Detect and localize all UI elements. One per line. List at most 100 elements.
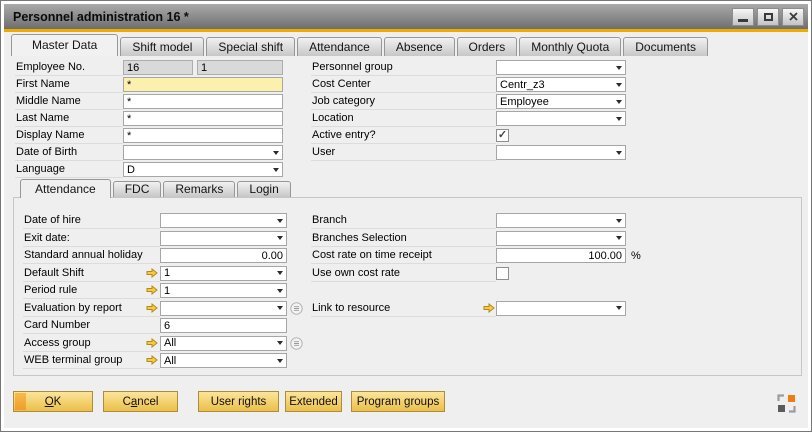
dropdown-arrow-icon[interactable]	[616, 306, 622, 310]
arrow-slot	[146, 247, 160, 264]
branches-selection-combo[interactable]	[496, 231, 626, 246]
minimize-button[interactable]	[732, 8, 754, 26]
resize-grip-button[interactable]	[777, 394, 796, 413]
standard-annual-holiday-label: Standard annual holiday	[23, 247, 146, 264]
location-combo[interactable]	[496, 111, 626, 126]
web-terminal-group-label: WEB terminal group	[23, 352, 146, 369]
subtab-attendance[interactable]: Attendance	[20, 179, 111, 198]
branches-selection-label: Branches Selection	[311, 230, 483, 247]
tab-documents[interactable]: Documents	[623, 37, 708, 56]
cost-rate-field[interactable]: 100.00	[496, 248, 626, 263]
dropdown-arrow-icon[interactable]	[277, 359, 283, 363]
cancel-button[interactable]: Cancel	[103, 391, 178, 412]
ok-button[interactable]: OK	[13, 391, 93, 412]
cost-center-label: Cost Center	[311, 76, 496, 93]
maximize-icon	[764, 13, 773, 21]
web-terminal-group-row: WEB terminal group All	[23, 352, 289, 369]
access-group-link[interactable]	[146, 335, 160, 352]
active-entry-row: Active entry? ✓	[311, 127, 629, 144]
active-entry-checkbox[interactable]: ✓	[496, 129, 509, 142]
tab-shift-model[interactable]: Shift model	[120, 37, 204, 56]
branch-row: Branch	[311, 212, 629, 229]
display-name-field[interactable]: *	[123, 128, 283, 143]
display-name-label: Display Name	[15, 127, 123, 144]
dropdown-arrow-icon[interactable]	[616, 219, 622, 223]
date-of-hire-combo[interactable]	[160, 213, 287, 228]
date-of-birth-combo[interactable]	[123, 145, 283, 160]
card-number-row: Card Number 6	[23, 317, 289, 334]
access-group-combo[interactable]: All	[160, 336, 287, 351]
cost-center-combo[interactable]: Centr_z3	[496, 77, 626, 92]
last-name-field[interactable]: *	[123, 111, 283, 126]
use-own-cost-rate-label: Use own cost rate	[311, 265, 483, 282]
card-number-field[interactable]: 6	[160, 318, 287, 333]
branch-combo[interactable]	[496, 213, 626, 228]
personnel-group-combo[interactable]	[496, 60, 626, 75]
dropdown-arrow-icon[interactable]	[273, 168, 279, 172]
dropdown-arrow-icon[interactable]	[277, 306, 283, 310]
user-label: User	[311, 144, 496, 161]
close-icon	[789, 12, 798, 21]
dropdown-arrow-icon[interactable]	[277, 289, 283, 293]
tab-special-shift[interactable]: Special shift	[206, 37, 295, 56]
title-bar: Personnel administration 16 *	[4, 4, 808, 29]
maximize-button[interactable]	[757, 8, 779, 26]
program-groups-button[interactable]: Program groups	[351, 391, 445, 412]
language-combo[interactable]: D	[123, 162, 283, 177]
user-combo[interactable]	[496, 145, 626, 160]
employee-no-field-1[interactable]: 16	[123, 60, 193, 75]
subtab-fdc[interactable]: FDC	[113, 181, 162, 197]
job-category-label: Job category	[311, 93, 496, 110]
tab-attendance[interactable]: Attendance	[297, 37, 382, 56]
evaluation-by-report-link[interactable]	[146, 300, 160, 317]
dropdown-arrow-icon[interactable]	[616, 66, 622, 70]
extended-button[interactable]: Extended	[285, 391, 342, 412]
user-rights-button[interactable]: User rights	[198, 391, 279, 412]
link-to-resource-link[interactable]	[483, 300, 496, 317]
dropdown-arrow-icon[interactable]	[616, 151, 622, 155]
tab-master-data[interactable]: Master Data	[11, 34, 118, 56]
access-group-detail-button[interactable]	[290, 337, 303, 350]
period-rule-link[interactable]	[146, 282, 160, 299]
tab-orders[interactable]: Orders	[457, 37, 518, 56]
job-category-combo[interactable]: Employee	[496, 94, 626, 109]
tab-monthly-quota[interactable]: Monthly Quota	[519, 37, 621, 56]
dropdown-arrow-icon[interactable]	[273, 151, 279, 155]
evaluation-detail-button[interactable]	[290, 302, 303, 315]
first-name-field[interactable]: *	[123, 77, 283, 92]
dropdown-arrow-icon[interactable]	[616, 83, 622, 87]
default-shift-combo[interactable]: 1	[160, 266, 287, 281]
dropdown-arrow-icon[interactable]	[616, 100, 622, 104]
form-area: Master Data Shift model Special shift At…	[4, 32, 808, 428]
ok-button-label: OK	[45, 396, 62, 408]
dropdown-arrow-icon[interactable]	[277, 341, 283, 345]
web-terminal-group-link[interactable]	[146, 352, 160, 369]
tab-absence[interactable]: Absence	[384, 37, 455, 56]
card-number-label: Card Number	[23, 317, 146, 334]
dropdown-arrow-icon[interactable]	[616, 236, 622, 240]
employee-no-field-2[interactable]: 1	[197, 60, 283, 75]
subtab-remarks[interactable]: Remarks	[163, 181, 235, 197]
exit-date-combo[interactable]	[160, 231, 287, 246]
arrow-slot	[483, 212, 496, 229]
link-arrow-icon	[146, 355, 158, 365]
dropdown-arrow-icon[interactable]	[277, 271, 283, 275]
subtab-login[interactable]: Login	[237, 181, 290, 197]
dropdown-arrow-icon[interactable]	[277, 219, 283, 223]
link-to-resource-combo[interactable]	[496, 301, 626, 316]
location-label: Location	[311, 110, 496, 127]
default-shift-link[interactable]	[146, 265, 160, 282]
link-to-resource-row: Link to resource	[311, 300, 629, 317]
personnel-administration-window: Personnel administration 16 * Master Dat…	[0, 0, 812, 432]
exit-date-row: Exit date:	[23, 230, 289, 247]
dropdown-arrow-icon[interactable]	[277, 236, 283, 240]
middle-name-field[interactable]: *	[123, 94, 283, 109]
dropdown-arrow-icon[interactable]	[616, 117, 622, 121]
standard-annual-holiday-field[interactable]: 0.00	[160, 248, 287, 263]
evaluation-by-report-combo[interactable]	[160, 301, 287, 316]
web-terminal-group-combo[interactable]: All	[160, 353, 287, 368]
use-own-cost-rate-checkbox[interactable]	[496, 267, 509, 280]
close-button[interactable]	[782, 8, 804, 26]
period-rule-combo[interactable]: 1	[160, 283, 287, 298]
arrow-slot	[483, 247, 496, 264]
